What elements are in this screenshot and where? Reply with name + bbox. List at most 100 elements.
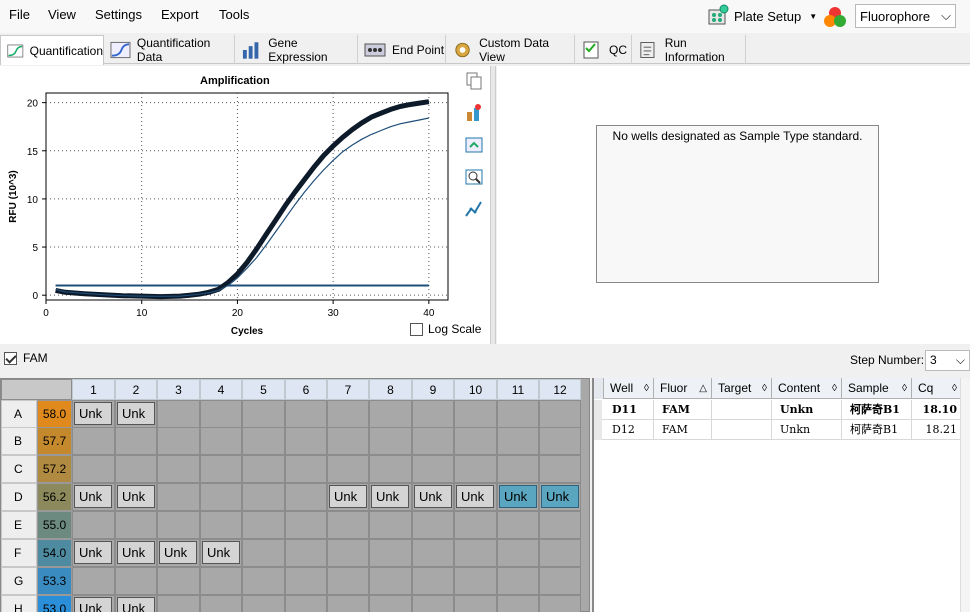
plate-well[interactable] — [242, 567, 285, 595]
well-content-label[interactable]: Unk — [117, 402, 155, 425]
plate-well[interactable] — [72, 427, 115, 455]
plate-well[interactable] — [157, 455, 200, 483]
plate-well[interactable] — [497, 427, 539, 455]
plate-well[interactable] — [157, 595, 200, 612]
column-header[interactable]: 2 — [115, 379, 157, 400]
well-content-label[interactable]: Unk — [74, 485, 112, 508]
table-row[interactable]: D12 FAM Unkn 柯萨奇B1 18.21 — [594, 420, 962, 440]
plate-well[interactable] — [497, 539, 539, 567]
row-header[interactable]: F — [1, 539, 37, 567]
plate-well[interactable] — [157, 567, 200, 595]
color-wells-icon[interactable] — [822, 4, 848, 30]
row-header[interactable]: H — [1, 595, 37, 612]
plate-well[interactable] — [157, 427, 200, 455]
plate-well[interactable] — [285, 567, 327, 595]
plate-well[interactable] — [200, 511, 242, 539]
vertical-scrollbar[interactable] — [960, 378, 970, 612]
plate-well[interactable]: Unk — [157, 539, 200, 567]
column-header-well[interactable]: Well ◊ — [604, 378, 654, 399]
step-number-select[interactable]: 3 ⌵ — [925, 350, 970, 371]
plate-well[interactable] — [285, 455, 327, 483]
fam-checkbox[interactable]: FAM — [4, 351, 48, 365]
plate-well[interactable] — [412, 567, 454, 595]
well-content-label[interactable]: Unk — [117, 485, 155, 508]
plate-well[interactable]: Unk — [497, 483, 539, 511]
plate-well[interactable] — [327, 595, 369, 612]
well-content-label[interactable]: Unk — [329, 485, 367, 508]
plate-well[interactable] — [327, 567, 369, 595]
plate-well[interactable]: Unk — [115, 539, 157, 567]
export-image-icon[interactable] — [464, 135, 484, 155]
plate-well[interactable] — [285, 511, 327, 539]
plate-well[interactable] — [412, 539, 454, 567]
table-row[interactable]: D11 FAM Unkn 柯萨奇B1 18.10 — [594, 400, 962, 420]
plate-well[interactable] — [115, 567, 157, 595]
log-scale-checkbox[interactable]: Log Scale — [410, 322, 481, 336]
plate-well[interactable] — [497, 455, 539, 483]
well-content-label[interactable]: Unk — [117, 597, 155, 612]
plate-well[interactable] — [115, 455, 157, 483]
plate-well[interactable] — [72, 567, 115, 595]
plate-well[interactable] — [539, 595, 581, 612]
plate-well[interactable] — [539, 539, 581, 567]
plate-well[interactable] — [72, 455, 115, 483]
plate-well[interactable] — [497, 511, 539, 539]
well-content-label[interactable]: Unk — [74, 597, 112, 612]
plate-well[interactable] — [454, 400, 497, 428]
row-header[interactable]: D — [1, 483, 37, 511]
row-header[interactable]: C — [1, 455, 37, 483]
plate-well[interactable] — [242, 483, 285, 511]
well-content-label[interactable]: Unk — [456, 485, 494, 508]
column-header[interactable]: 4 — [200, 379, 242, 400]
plate-well[interactable] — [200, 483, 242, 511]
column-header[interactable]: 5 — [242, 379, 285, 400]
copy-icon[interactable] — [464, 71, 484, 91]
column-header[interactable]: 6 — [285, 379, 327, 400]
plate-well[interactable] — [539, 400, 581, 428]
row-header[interactable]: G — [1, 567, 37, 595]
plate-well[interactable] — [242, 400, 285, 428]
plate-well[interactable] — [369, 427, 412, 455]
plate-well[interactable]: Unk — [454, 483, 497, 511]
well-content-label[interactable]: Unk — [414, 485, 452, 508]
plate-well[interactable] — [285, 595, 327, 612]
menu-file[interactable]: File — [9, 7, 30, 22]
menu-settings[interactable]: Settings — [95, 7, 142, 22]
column-header-sample[interactable]: Sample ◊ — [842, 378, 912, 399]
tab-quantification[interactable]: Quantification — [0, 35, 104, 65]
plate-well[interactable] — [412, 427, 454, 455]
well-content-label[interactable]: Unk — [499, 485, 537, 508]
plate-well[interactable] — [454, 567, 497, 595]
plate-well[interactable] — [242, 427, 285, 455]
well-content-label[interactable]: Unk — [541, 485, 579, 508]
plate-well[interactable] — [412, 511, 454, 539]
plate-well[interactable] — [369, 567, 412, 595]
row-header[interactable]: E — [1, 511, 37, 539]
plate-well[interactable] — [200, 567, 242, 595]
plate-well[interactable] — [285, 427, 327, 455]
menu-view[interactable]: View — [48, 7, 76, 22]
row-selector[interactable] — [594, 400, 602, 420]
column-header[interactable]: 8 — [369, 379, 412, 400]
checkbox-box[interactable] — [410, 322, 423, 336]
tab-qc[interactable]: QC — [575, 35, 632, 64]
plate-well[interactable] — [412, 400, 454, 428]
checkbox-box[interactable] — [4, 351, 17, 365]
plate-well[interactable]: Unk — [115, 483, 157, 511]
panel-splitter[interactable] — [490, 66, 496, 344]
tab-run-information[interactable]: Run Information — [632, 35, 746, 64]
plate-well[interactable] — [157, 400, 200, 428]
tab-custom-data-view[interactable]: Custom Data View — [446, 35, 575, 64]
plate-well[interactable] — [327, 455, 369, 483]
plate-well[interactable] — [242, 511, 285, 539]
tab-end-point[interactable]: End Point — [358, 35, 446, 64]
plate-well[interactable]: Unk — [539, 483, 581, 511]
tab-gene-expression[interactable]: Gene Expression — [235, 35, 358, 64]
plate-well[interactable] — [200, 455, 242, 483]
column-header-target[interactable]: Target ◊ — [712, 378, 772, 399]
plate-well[interactable] — [369, 455, 412, 483]
plate-well[interactable] — [497, 400, 539, 428]
plate-well[interactable] — [327, 427, 369, 455]
column-header[interactable]: 11 — [497, 379, 539, 400]
well-content-label[interactable]: Unk — [74, 541, 112, 564]
